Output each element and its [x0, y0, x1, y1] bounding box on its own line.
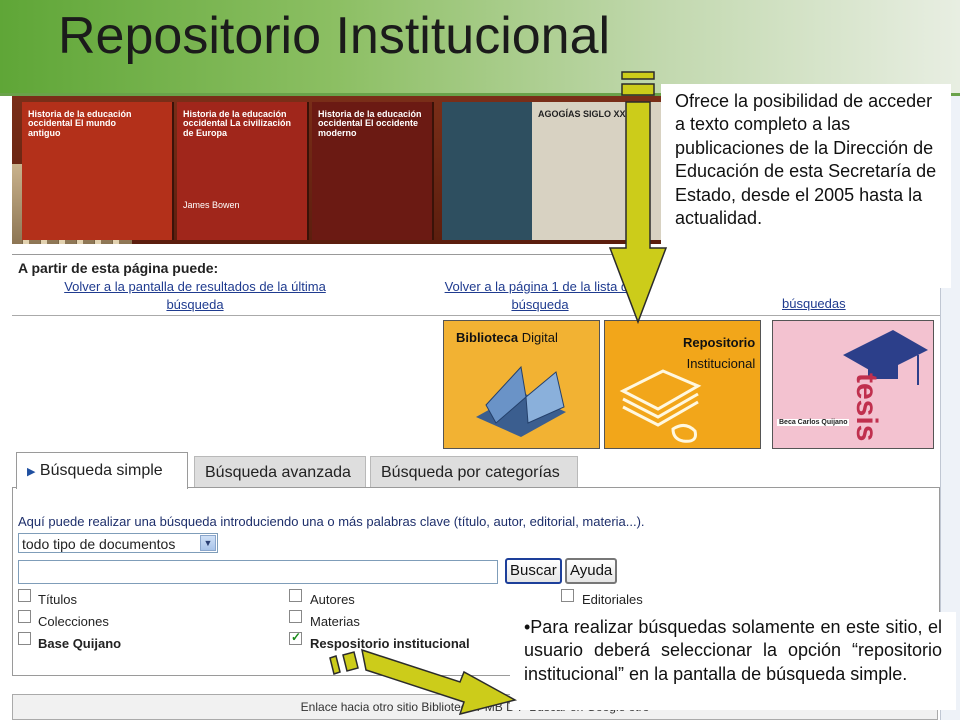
- tab-label: Búsqueda avanzada: [205, 464, 351, 481]
- searches-link[interactable]: búsquedas: [782, 296, 846, 311]
- book-title: AGOGÍAS SIGLO XX: [538, 109, 626, 119]
- document-type-select[interactable]: todo tipo de documentos ▼: [18, 533, 218, 553]
- link-text[interactable]: búsqueda: [395, 296, 685, 314]
- book-title: Historia de la educación occidental El m…: [28, 109, 132, 138]
- tab-busqueda-categorias[interactable]: Búsqueda por categorías: [370, 456, 578, 488]
- book-banner-image: Historia de la educación occidental El m…: [12, 96, 662, 244]
- book-title: Historia de la educación occidental La c…: [183, 109, 292, 138]
- ayuda-button[interactable]: Ayuda: [565, 558, 618, 584]
- checkbox-label: Títulos: [38, 592, 78, 607]
- book-stack-mouse-icon: [619, 369, 702, 443]
- tab-label: Búsqueda simple: [39, 462, 163, 479]
- repositorio-checkbox[interactable]: ✓: [289, 630, 302, 645]
- link-text[interactable]: búsqueda: [40, 296, 350, 314]
- book-author: James Bowen: [183, 199, 240, 210]
- open-book-icon: [476, 365, 566, 437]
- checkbox-label: Base Quijano: [38, 636, 122, 651]
- tile-sublabel: Digital: [521, 330, 558, 345]
- base-quijano-checkbox[interactable]: [18, 632, 31, 645]
- description-callout: Ofrece la posibilidad de acceder a texto…: [661, 84, 951, 288]
- slide-header: Repositorio Institucional: [0, 0, 960, 96]
- link-text[interactable]: Volver a la página 1 de la lista de: [395, 278, 685, 296]
- checkbox-label: Autores: [310, 592, 355, 607]
- tile-caption: Beca Carlos Quijano: [777, 419, 850, 426]
- checkbox-label: Editoriales: [582, 592, 643, 607]
- repositorio-institucional-tile[interactable]: Repositorio Institucional: [604, 320, 761, 449]
- checkbox-label: Respositorio institucional: [310, 636, 470, 651]
- biblioteca-digital-tile[interactable]: Biblioteca Digital: [443, 320, 600, 449]
- book-cover: [442, 102, 534, 240]
- chevron-down-icon[interactable]: ▼: [200, 535, 216, 551]
- tab-busqueda-simple[interactable]: ▶ Búsqueda simple: [16, 452, 188, 489]
- book-cover: AGOGÍAS SIGLO XX: [532, 102, 662, 240]
- select-value: todo tipo de documentos: [22, 536, 176, 552]
- instruction-callout: •Para realizar búsquedas solamente en es…: [510, 612, 956, 710]
- tab-busqueda-avanzada[interactable]: Búsqueda avanzada: [194, 456, 366, 488]
- buscar-button[interactable]: Buscar: [505, 558, 562, 584]
- materias-checkbox[interactable]: [289, 610, 302, 623]
- colecciones-checkbox[interactable]: [18, 610, 31, 623]
- checkbox-label: Colecciones: [38, 614, 109, 629]
- back-to-page1-link[interactable]: Volver a la página 1 de la lista de búsq…: [395, 278, 685, 314]
- titulos-checkbox[interactable]: [18, 589, 31, 602]
- tile-label: Biblioteca: [456, 330, 519, 345]
- info-heading: A partir de esta página puede:: [18, 260, 219, 276]
- checkmark-icon: ✓: [291, 630, 302, 644]
- editoriales-checkbox[interactable]: [561, 589, 574, 602]
- back-to-results-link[interactable]: Volver a la pantalla de resultados de la…: [40, 278, 350, 314]
- checkbox-label: Materias: [310, 614, 360, 629]
- search-instructions: Aquí puede realizar una búsqueda introdu…: [18, 514, 645, 529]
- tesis-tile[interactable]: tesis Beca Carlos Quijano: [772, 320, 934, 449]
- book-title: Historia de la educación occidental El o…: [318, 109, 422, 138]
- slide-title: Repositorio Institucional: [58, 7, 611, 65]
- play-arrow-icon: ▶: [27, 466, 36, 478]
- book-cover: Historia de la educación occidental El m…: [22, 102, 174, 240]
- tesis-word: tesis: [850, 373, 883, 442]
- book-cover: Historia de la educación occidental El o…: [312, 102, 434, 240]
- search-input[interactable]: [18, 560, 498, 584]
- link-text[interactable]: Volver a la pantalla de resultados de la…: [40, 278, 350, 296]
- tab-label: Búsqueda por categorías: [381, 464, 560, 481]
- book-cover: Historia de la educación occidental La c…: [177, 102, 309, 240]
- autores-checkbox[interactable]: [289, 589, 302, 602]
- search-tabs: ▶ Búsqueda simple Búsqueda avanzada Búsq…: [12, 452, 938, 489]
